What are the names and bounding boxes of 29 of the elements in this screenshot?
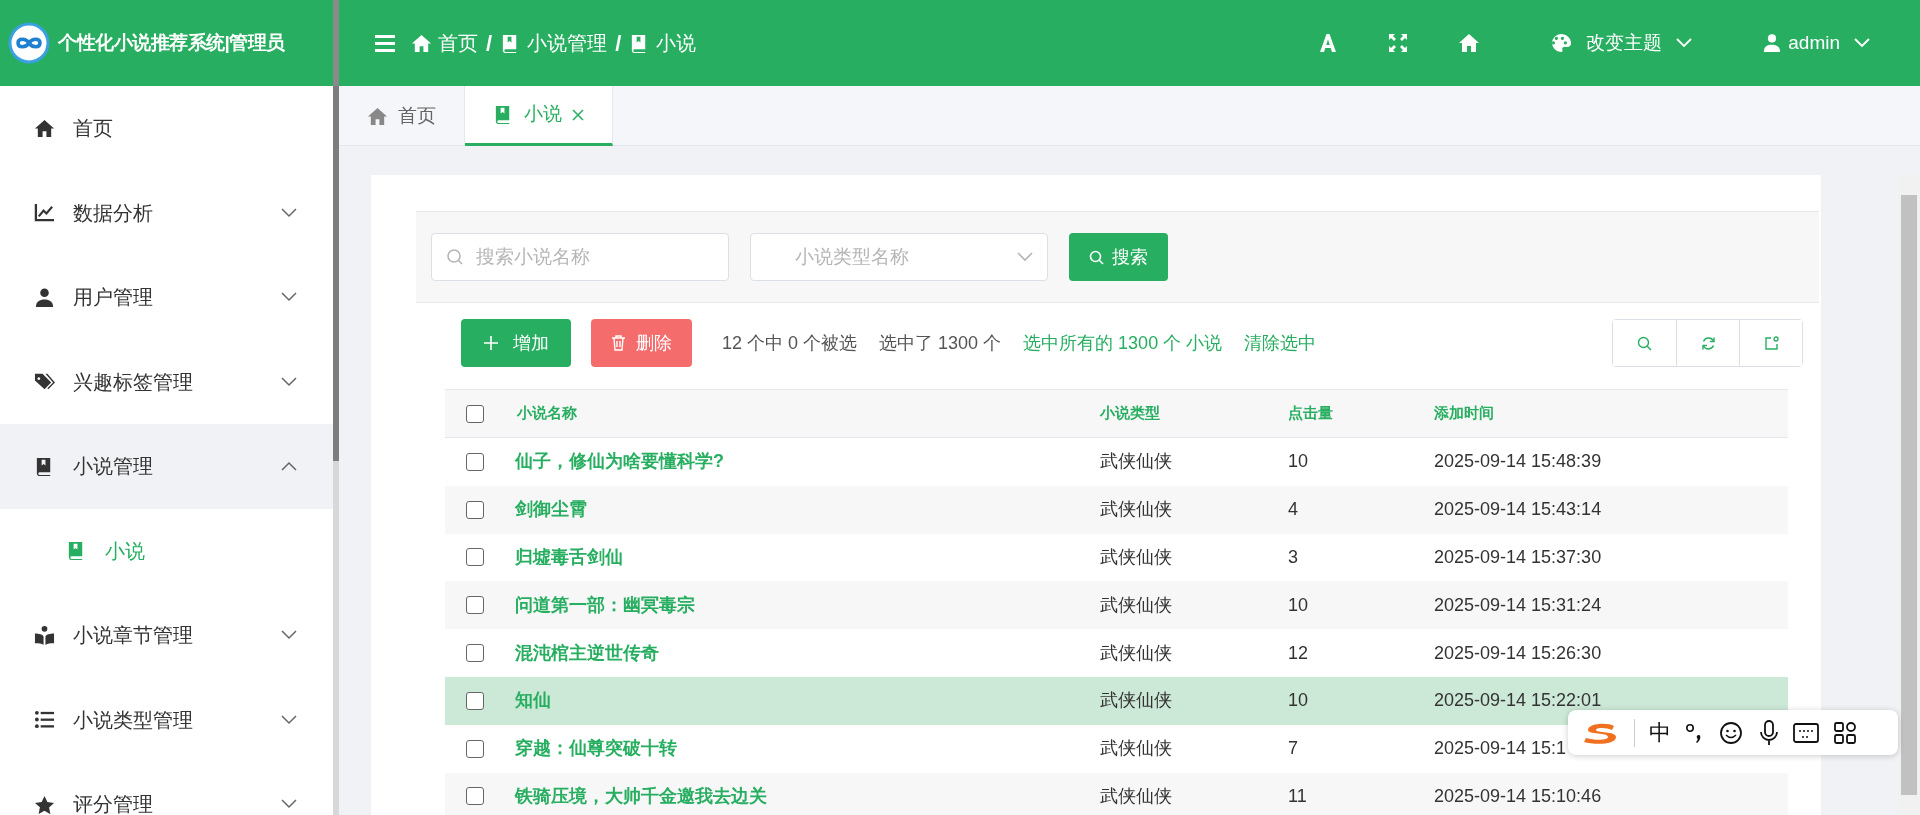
breadcrumb-separator: / [486,29,493,58]
table-cell: 武侠仙侠 [1100,690,1172,711]
table-cell: 武侠仙侠 [1100,785,1172,806]
table-cell: 2025-09-14 15:31:24 [1434,594,1602,615]
table-cell: 2025-09-14 15:37:30 [1434,547,1602,567]
table-cell: 2025-09-14 15:1 [1434,738,1567,759]
table-cell: 10 [1288,690,1309,711]
table-cell: 武侠仙侠 [1100,594,1172,615]
table-cell: 武侠仙侠 [1100,642,1172,663]
table-cell: 3 [1288,547,1298,567]
table-cell: 10 [1288,594,1309,615]
table-cell: 7 [1288,738,1298,759]
table-cell: 武侠仙侠 [1100,499,1172,520]
selection-count: 选中了 1300 个 [879,331,1002,355]
table-cell: 武侠仙侠 [1100,451,1172,472]
table-cell: 武侠仙侠 [1100,547,1172,567]
table-cell: 10 [1288,451,1309,472]
table-cell: 2025-09-14 15:22:01 [1434,690,1602,711]
app-title: 个性化小说推荐系统|管理员 [58,30,285,55]
selection-count: 12 个中 0 个被选 [722,331,858,355]
table-cell: 11 [1288,785,1307,806]
table-cell: 2025-09-14 15:48:39 [1434,451,1602,472]
table-cell: 2025-09-14 15:43:14 [1434,499,1602,520]
table-cell: 2025-09-14 15:26:30 [1434,642,1602,663]
table-cell: 武侠仙侠 [1100,738,1172,759]
table-cell: 2025-09-14 15:10:46 [1434,785,1602,806]
table-cell: 12 [1288,642,1309,663]
table-cell: 4 [1288,499,1298,520]
breadcrumb-separator: / [615,29,622,58]
